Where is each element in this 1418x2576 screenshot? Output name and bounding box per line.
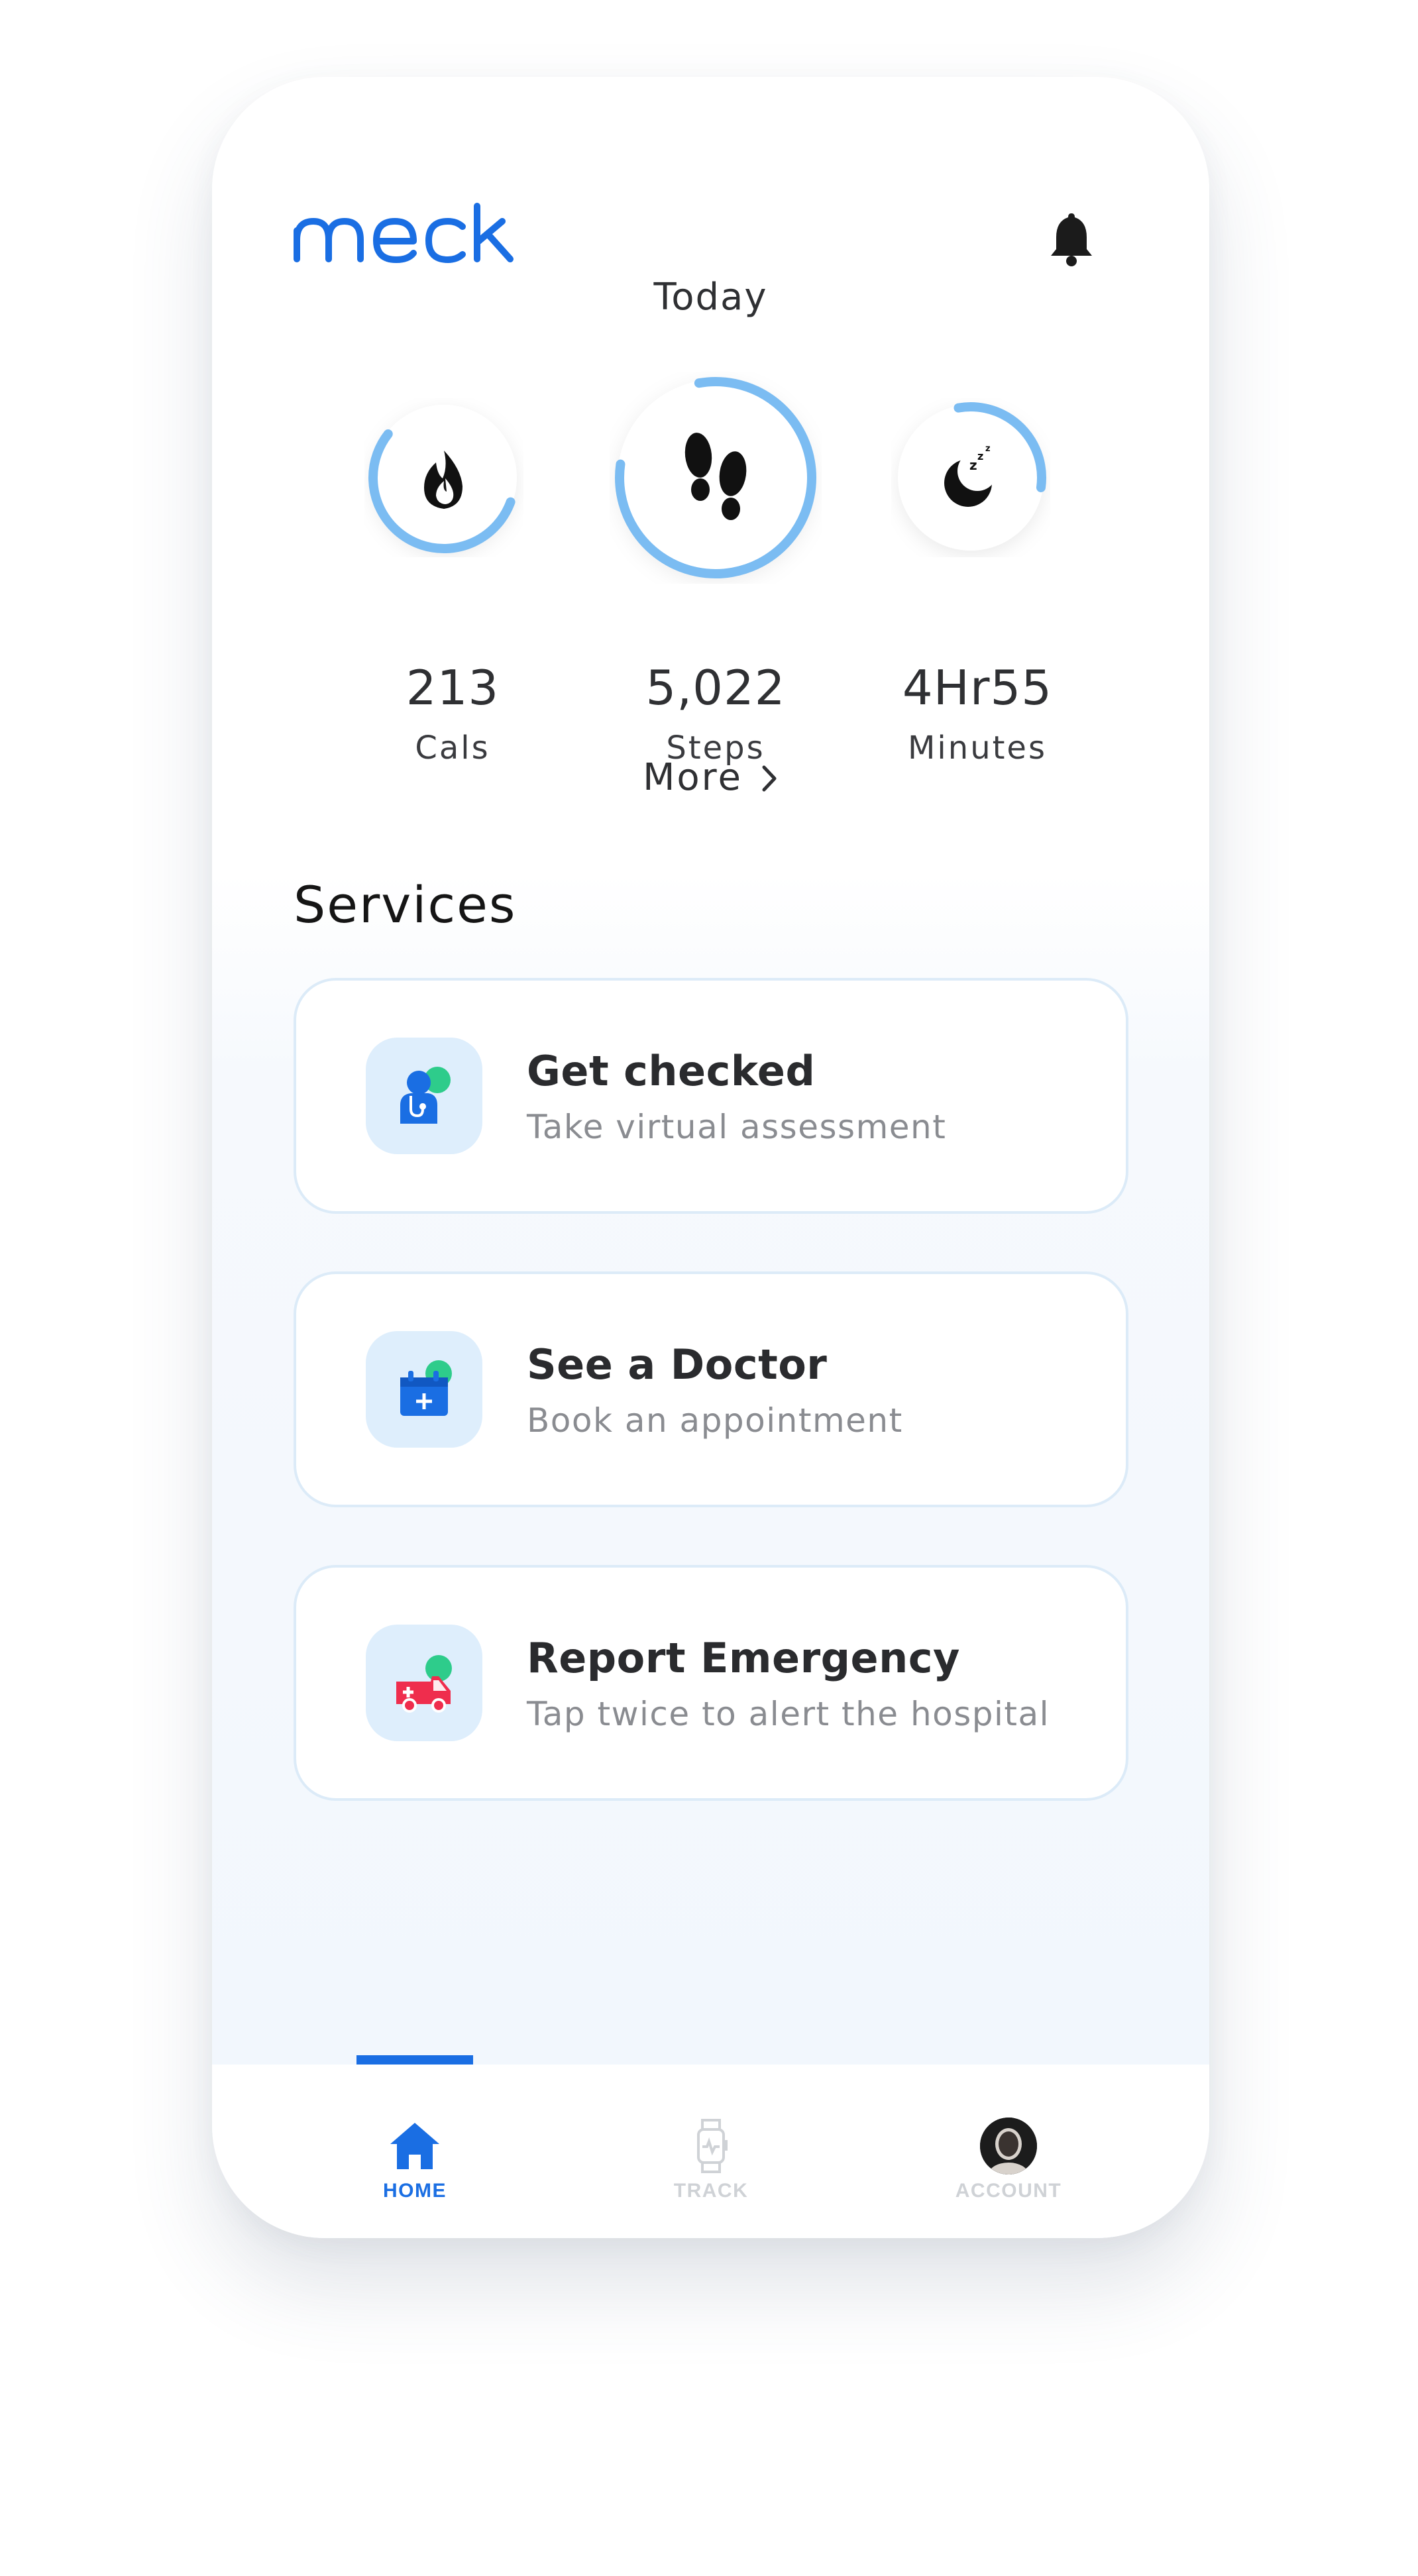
bell-icon	[1051, 213, 1092, 266]
page: Today z z z 213 Cals 5,022 Steps 4Hr55 M…	[0, 0, 1418, 2576]
service-icon-box	[366, 1038, 482, 1154]
services-heading: Services	[294, 875, 517, 934]
service-icon-box	[366, 1625, 482, 1741]
steps-progress-ring	[615, 377, 816, 578]
nav-track[interactable]: TRACK	[612, 2118, 810, 2202]
app-logo	[292, 203, 517, 269]
nav-account[interactable]: ACCOUNT	[909, 2118, 1108, 2202]
nav-account-label: ACCOUNT	[955, 2180, 1062, 2202]
service-subtitle: Take virtual assessment	[527, 1108, 947, 1146]
svg-text:z: z	[985, 444, 991, 454]
chevron-right-icon	[762, 765, 777, 792]
svg-text:z: z	[969, 457, 977, 473]
calories-ring[interactable]	[364, 398, 523, 557]
calories-progress-ring	[368, 402, 519, 553]
sleep-progress-ring: z z z	[895, 402, 1046, 553]
sleep-ring[interactable]: z z z	[891, 398, 1050, 557]
service-subtitle: Tap twice to alert the hospital	[527, 1695, 1050, 1733]
steps-value: 5,022	[645, 660, 786, 716]
service-card-see-a-doctor[interactable]: See a Doctor Book an appointment	[294, 1271, 1128, 1507]
nav-track-label: TRACK	[673, 2180, 749, 2202]
ambulance-icon	[396, 1655, 452, 1713]
service-icon-box	[366, 1331, 482, 1448]
active-tab-indicator	[356, 2055, 473, 2065]
bottom-navigation: HOME TRACK ACCOUNT	[212, 2055, 1209, 2238]
svg-text:z: z	[977, 450, 983, 462]
more-label: More	[643, 756, 743, 799]
service-card-report-emergency[interactable]: Report Emergency Tap twice to alert the …	[294, 1565, 1128, 1801]
doctor-icon	[400, 1067, 451, 1124]
service-title: Report Emergency	[527, 1634, 960, 1682]
today-heading: Today	[653, 276, 768, 319]
home-icon	[390, 2123, 439, 2169]
smartwatch-icon	[697, 2119, 728, 2173]
user-avatar-icon	[980, 2118, 1037, 2174]
service-title: Get checked	[527, 1047, 816, 1095]
nav-home-label: HOME	[383, 2180, 447, 2202]
notification-bell-button[interactable]	[1048, 209, 1095, 269]
avatar	[980, 2118, 1037, 2174]
sleep-value: 4Hr55	[902, 660, 1053, 716]
medical-calendar-icon	[400, 1360, 452, 1416]
steps-ring[interactable]	[610, 372, 822, 584]
service-card-get-checked[interactable]: Get checked Take virtual assessment	[294, 978, 1128, 1214]
service-title: See a Doctor	[527, 1340, 828, 1389]
meck-logo-icon	[294, 203, 514, 263]
nav-home[interactable]: HOME	[315, 2118, 514, 2202]
phone-frame: Today z z z 213 Cals 5,022 Steps 4Hr55 M…	[212, 77, 1209, 2238]
service-subtitle: Book an appointment	[527, 1401, 903, 1440]
calories-value: 213	[406, 660, 500, 716]
more-link[interactable]: More	[212, 756, 1209, 799]
